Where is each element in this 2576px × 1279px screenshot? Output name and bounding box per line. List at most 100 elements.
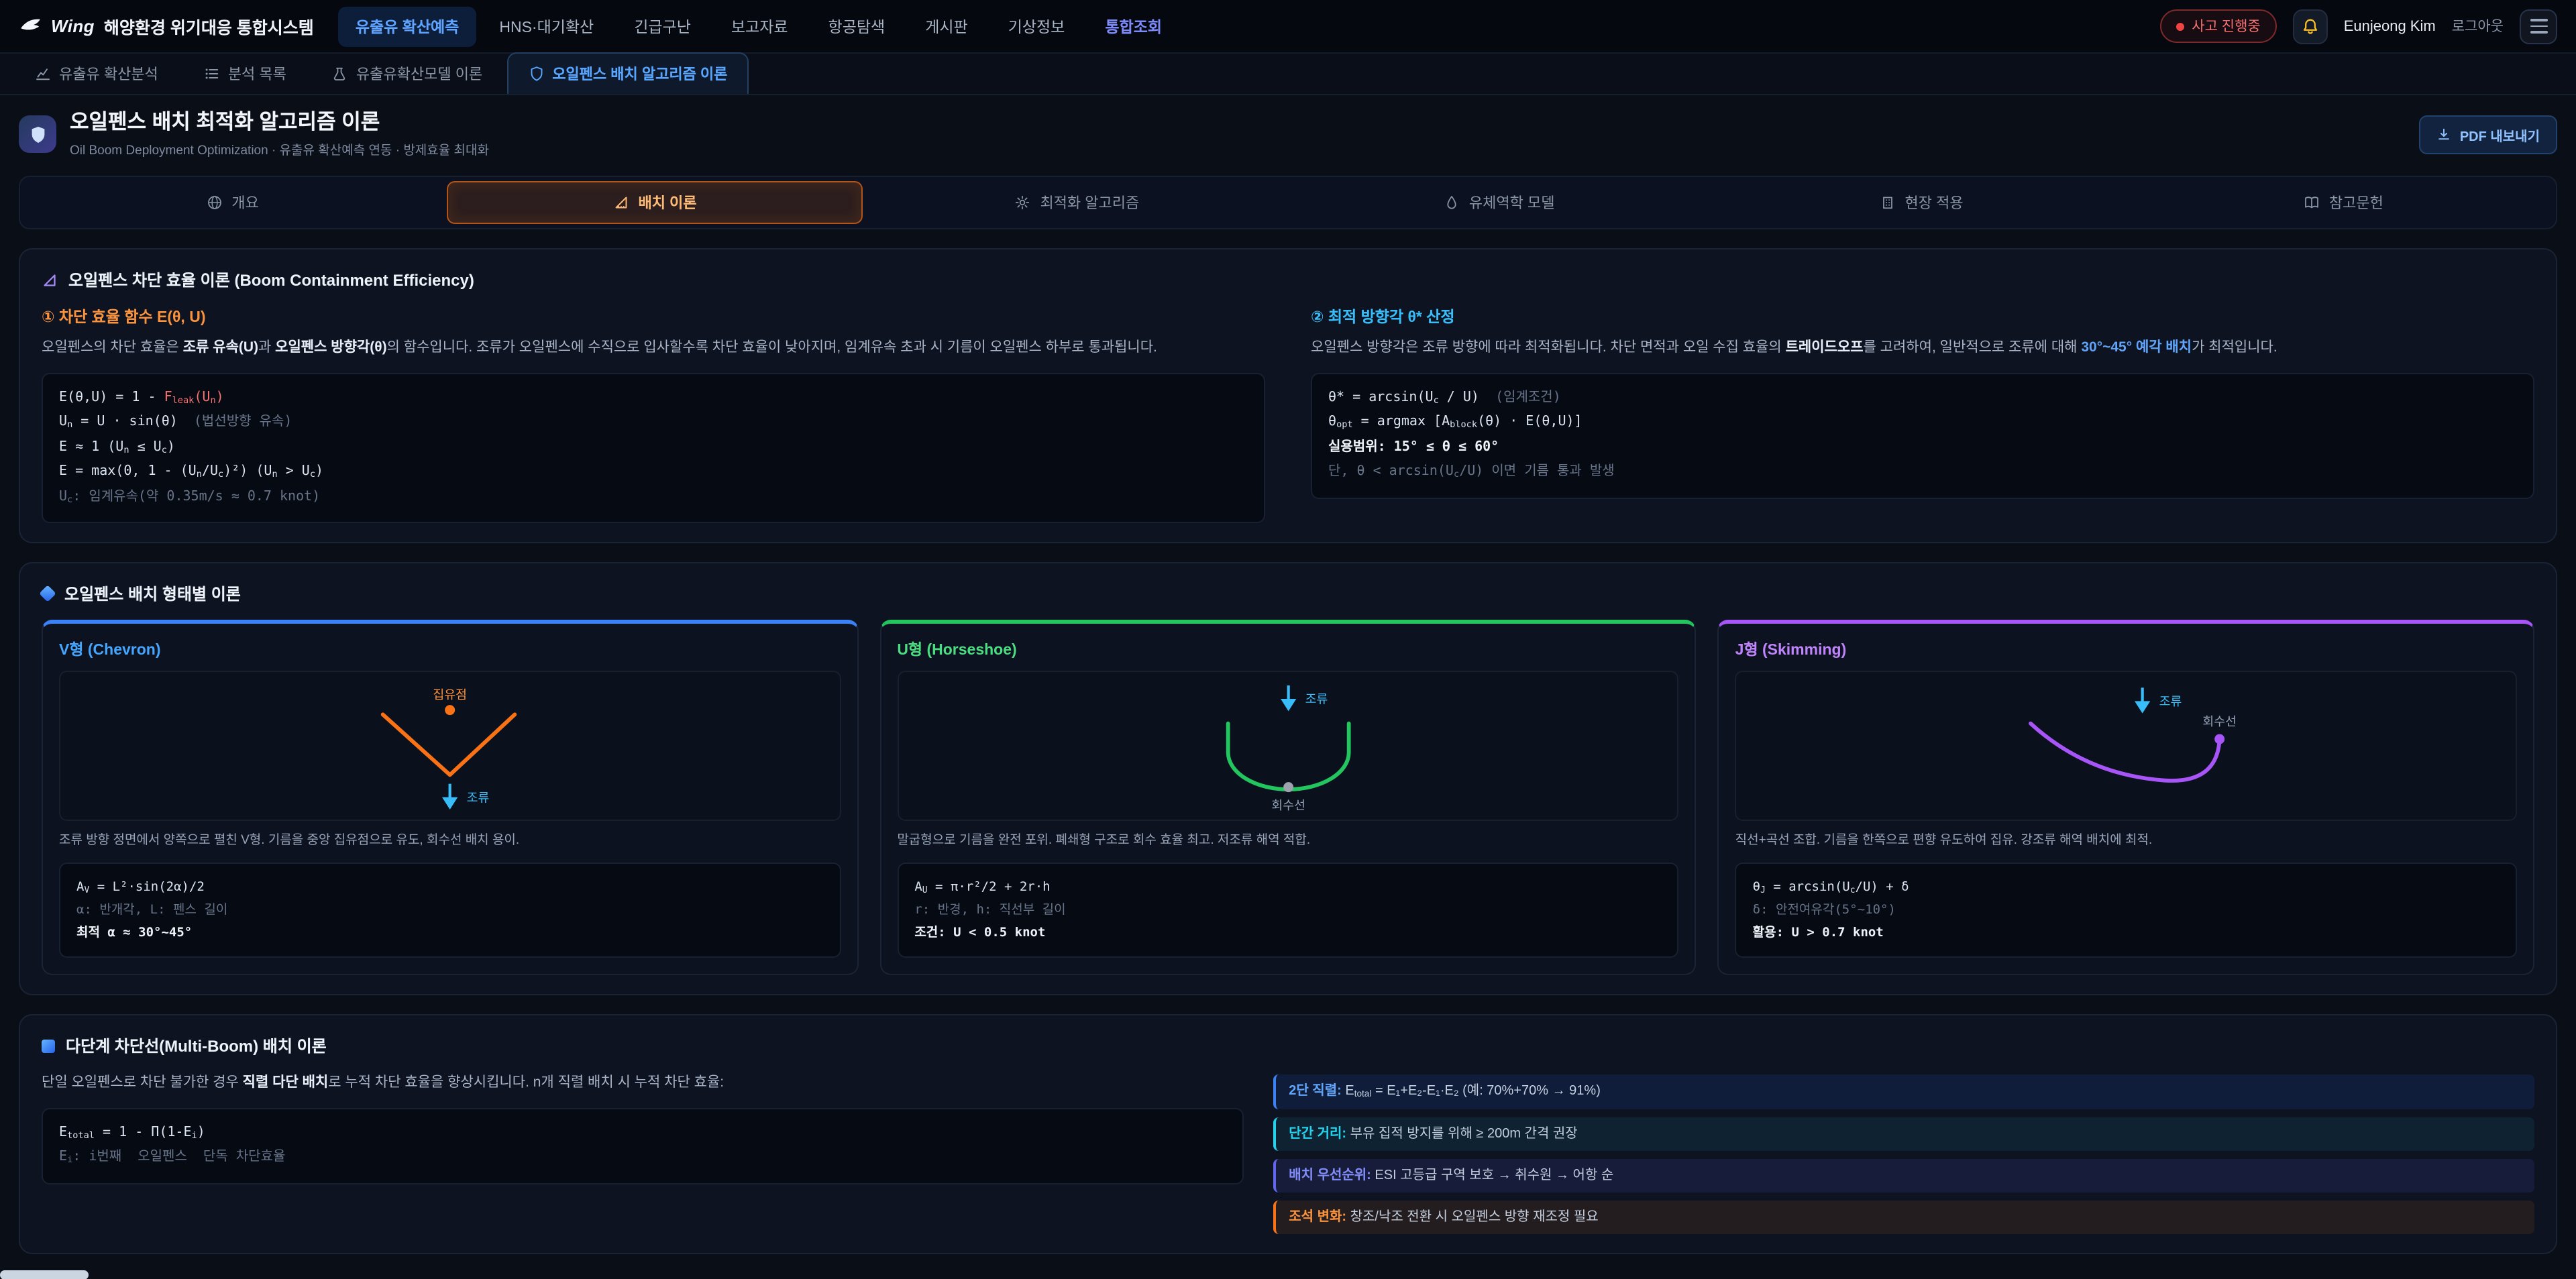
page-shield-icon bbox=[19, 115, 56, 153]
page-header: 오일펜스 배치 최적화 알고리즘 이론 Oil Boom Deployment … bbox=[19, 110, 2557, 159]
chart-icon bbox=[35, 66, 51, 82]
section-tab-label: 유체역학 모델 bbox=[1469, 192, 1555, 214]
section-tab-references[interactable]: 참고문헌 bbox=[2135, 182, 2552, 225]
page-titles: 오일펜스 배치 최적화 알고리즘 이론 Oil Boom Deployment … bbox=[70, 110, 2406, 159]
multiboom-card: 다단계 차단선(Multi-Boom) 배치 이론 단일 오일펜스로 차단 불가… bbox=[19, 1014, 2557, 1254]
book-icon bbox=[2304, 195, 2320, 211]
incident-status-label: 사고 진행중 bbox=[2192, 16, 2260, 36]
efficiency-function-heading: ① 차단 효율 함수 E(θ, U) bbox=[42, 307, 1265, 328]
nav-item-hns-air-dispersion[interactable]: HNS·대기확산 bbox=[482, 6, 611, 46]
note-stage-spacing: 단간 거리: 부유 집적 방지를 위해 ≥ 200m 간격 권장 bbox=[1273, 1117, 2534, 1151]
download-icon bbox=[2437, 127, 2452, 142]
boom-v-formula-block: AV = L²·sin(2α)/2α: 반개각, L: 펜스 길이최적 α ≈ … bbox=[59, 863, 841, 958]
section-tab-label: 현장 적용 bbox=[1905, 192, 1964, 214]
flask-icon bbox=[332, 66, 348, 82]
efficiency-function-paragraph: 오일펜스의 차단 효율은 조류 유속(U)과 오일펜스 방향각(θ)의 함수입니… bbox=[42, 337, 1265, 361]
boom-card-v-chevron: V형 (Chevron) 집유점 조류 조류 방향 정면에서 양 bbox=[42, 620, 858, 975]
multiboom-intro: 단일 오일펜스로 차단 불가한 경우 직렬 다단 배치로 누적 차단 효율을 향… bbox=[42, 1072, 1243, 1095]
nav-item-weather-info[interactable]: 기상정보 bbox=[991, 6, 1083, 46]
section-tab-label: 최적화 알고리즘 bbox=[1040, 192, 1139, 214]
nav-item-aerial-search[interactable]: 항공탐색 bbox=[811, 6, 903, 46]
svg-text:회수선: 회수선 bbox=[2203, 714, 2237, 728]
nav-item-reports[interactable]: 보고자료 bbox=[714, 6, 806, 46]
nav-item-board[interactable]: 게시판 bbox=[908, 6, 985, 46]
pdf-export-label: PDF 내보내기 bbox=[2460, 124, 2540, 144]
boom-j-description: 직선+곡선 조합. 기름을 한쪽으로 편향 유도하여 집유. 강조류 해역 배치… bbox=[1735, 832, 2517, 851]
note-two-stage-series: 2단 직렬: Etotal = E₁+E₂-E₁·E₂ (예: 70%+70% … bbox=[1273, 1074, 2534, 1109]
section-tab-hydrodynamics-model[interactable]: 유체역학 모델 bbox=[1291, 182, 1707, 225]
notification-bell-button[interactable] bbox=[2293, 9, 2328, 44]
set-square-icon bbox=[42, 272, 58, 288]
boom-u-formula-block: AU = π·r²/2 + 2r·hr: 반경, h: 직선부 길이조건: U … bbox=[897, 863, 1678, 958]
horizontal-scrollbar-thumb[interactable] bbox=[0, 1270, 89, 1279]
tab-diffusion-model-theory[interactable]: 유출유확산모델 이론 bbox=[311, 52, 504, 94]
logo-text: Wing bbox=[51, 16, 95, 36]
boom-v-title: V형 (Chevron) bbox=[59, 638, 841, 660]
gear-icon bbox=[1014, 195, 1030, 211]
globe-icon bbox=[206, 195, 222, 211]
boom-card-j-skimming: J형 (Skimming) 조류 회수선 직선+곡선 조합. 기 bbox=[1718, 620, 2534, 975]
tab-label: 유출유 확산분석 bbox=[59, 63, 158, 85]
boom-v-diagram: 집유점 조류 bbox=[59, 671, 841, 821]
boom-u-diagram: 조류 회수선 bbox=[897, 671, 1678, 821]
multiboom-title-text: 다단계 차단선(Multi-Boom) 배치 이론 bbox=[66, 1034, 327, 1057]
tab-label: 유출유확산모델 이론 bbox=[356, 63, 482, 85]
section-tab-label: 개요 bbox=[231, 192, 259, 214]
multiboom-left-column: 단일 오일펜스로 차단 불가한 경우 직렬 다단 배치로 누적 차단 효율을 향… bbox=[42, 1072, 1243, 1184]
wing-logo-icon bbox=[19, 15, 42, 38]
optimal-angle-heading: ② 최적 방향각 θ* 산정 bbox=[1311, 307, 2534, 328]
efficiency-card-title: 오일펜스 차단 효율 이론 (Boom Containment Efficien… bbox=[42, 269, 2534, 292]
section-tabs: 개요 배치 이론 최적화 알고리즘 유체역학 모델 현장 적용 참고문헌 bbox=[19, 176, 2557, 230]
nav-item-oil-spill-prediction[interactable]: 유출유 확산예측 bbox=[338, 6, 477, 46]
list-icon bbox=[204, 66, 220, 82]
boom-v-description: 조류 방향 정면에서 양쪽으로 펼친 V형. 기름을 중앙 집유점으로 유도, … bbox=[59, 832, 841, 851]
pdf-export-button[interactable]: PDF 내보내기 bbox=[2420, 115, 2557, 154]
optimal-angle-paragraph: 오일펜스 방향각은 조류 방향에 따라 최적화됩니다. 차단 면적과 오일 수집… bbox=[1311, 337, 2534, 361]
sub-tab-bar: 유출유 확산분석 분석 목록 유출유확산모델 이론 오일펜스 배치 알고리즘 이… bbox=[0, 54, 2576, 95]
section-tab-deployment-theory[interactable]: 배치 이론 bbox=[446, 182, 863, 225]
svg-text:조류: 조류 bbox=[1305, 692, 1328, 706]
tab-analysis-list[interactable]: 분석 목록 bbox=[182, 52, 308, 94]
top-nav-right: 사고 진행중 Eunjeong Kim 로그아웃 bbox=[2159, 9, 2557, 44]
app-logo[interactable]: Wing 해양환경 위기대응 통합시스템 bbox=[19, 13, 314, 39]
tab-boom-algorithm-theory[interactable]: 오일펜스 배치 알고리즘 이론 bbox=[506, 52, 749, 94]
multiboom-formula-block: Etotal = 1 - Π(1-Ei)Ei: i번째 오일펜스 단독 차단효율 bbox=[42, 1107, 1243, 1184]
multiboom-notes: 2단 직렬: Etotal = E₁+E₂-E₁·E₂ (예: 70%+70% … bbox=[1273, 1074, 2534, 1233]
hamburger-menu-button[interactable] bbox=[2520, 9, 2557, 44]
main-content: 오일펜스 배치 최적화 알고리즘 이론 Oil Boom Deployment … bbox=[0, 110, 2576, 1254]
logout-link[interactable]: 로그아웃 bbox=[2452, 16, 2504, 36]
diamond-icon bbox=[39, 586, 56, 602]
section-tab-field-application[interactable]: 현장 적용 bbox=[1713, 182, 2129, 225]
boom-layouts-card: 오일펜스 배치 형태별 이론 V형 (Chevron) 집유점 bbox=[19, 562, 2557, 995]
tab-spill-analysis[interactable]: 유출유 확산분석 bbox=[13, 52, 180, 94]
boom-layouts-card-title: 오일펜스 배치 형태별 이론 bbox=[42, 582, 2534, 605]
boom-u-description: 말굽형으로 기름을 완전 포위. 폐쇄형 구조로 회수 효율 최고. 저조류 해… bbox=[897, 832, 1678, 851]
boom-j-formula-block: θJ = arcsin(Uc/U) + δδ: 안전여유각(5°~10°)활용:… bbox=[1735, 863, 2517, 958]
app-root: Wing 해양환경 위기대응 통합시스템 유출유 확산예측 HNS·대기확산 긴… bbox=[0, 0, 2576, 1279]
nav-item-emergency-rescue[interactable]: 긴급구난 bbox=[616, 6, 708, 46]
tab-label: 오일펜스 배치 알고리즘 이론 bbox=[552, 63, 727, 85]
nav-item-integrated-search[interactable]: 통합조회 bbox=[1087, 6, 1179, 46]
boom-j-title: J형 (Skimming) bbox=[1735, 638, 2517, 660]
page-subtitle: Oil Boom Deployment Optimization · 유출유 확… bbox=[70, 140, 2406, 159]
boom-layouts-title-text: 오일펜스 배치 형태별 이론 bbox=[64, 582, 241, 605]
incident-status-badge[interactable]: 사고 진행중 bbox=[2159, 9, 2276, 43]
boom-card-u-horseshoe: U형 (Horseshoe) 조류 회수선 말굽형으로 기름을 bbox=[879, 620, 1696, 975]
svg-text:회수선: 회수선 bbox=[1271, 798, 1305, 812]
efficiency-left-column: ① 차단 효율 함수 E(θ, U) 오일펜스의 차단 효율은 조류 유속(U)… bbox=[42, 307, 1265, 524]
tab-label: 분석 목록 bbox=[228, 63, 286, 85]
app-title: 해양환경 위기대응 통합시스템 bbox=[104, 13, 314, 39]
section-tab-label: 참고문헌 bbox=[2329, 192, 2383, 214]
building-icon bbox=[1880, 195, 1896, 211]
boom-u-title: U형 (Horseshoe) bbox=[897, 638, 1678, 660]
ruler-icon bbox=[612, 195, 629, 211]
hamburger-icon bbox=[2530, 19, 2547, 34]
section-tab-overview[interactable]: 개요 bbox=[24, 182, 441, 225]
section-tab-label: 배치 이론 bbox=[638, 192, 696, 214]
optimal-angle-formula-block: θ* = arcsin(Uc / U) (임계조건)θopt = argmax … bbox=[1311, 372, 2534, 498]
boom-j-diagram: 조류 회수선 bbox=[1735, 671, 2517, 821]
user-name: Eunjeong Kim bbox=[2344, 18, 2436, 34]
note-deployment-priority: 배치 우선순위: ESI 고등급 구역 보호 → 취수원 → 어항 순 bbox=[1273, 1159, 2534, 1192]
section-tab-optimization-algorithm[interactable]: 최적화 알고리즘 bbox=[869, 182, 1285, 225]
efficiency-right-column: ② 최적 방향각 θ* 산정 오일펜스 방향각은 조류 방향에 따라 최적화됩니… bbox=[1311, 307, 2534, 524]
